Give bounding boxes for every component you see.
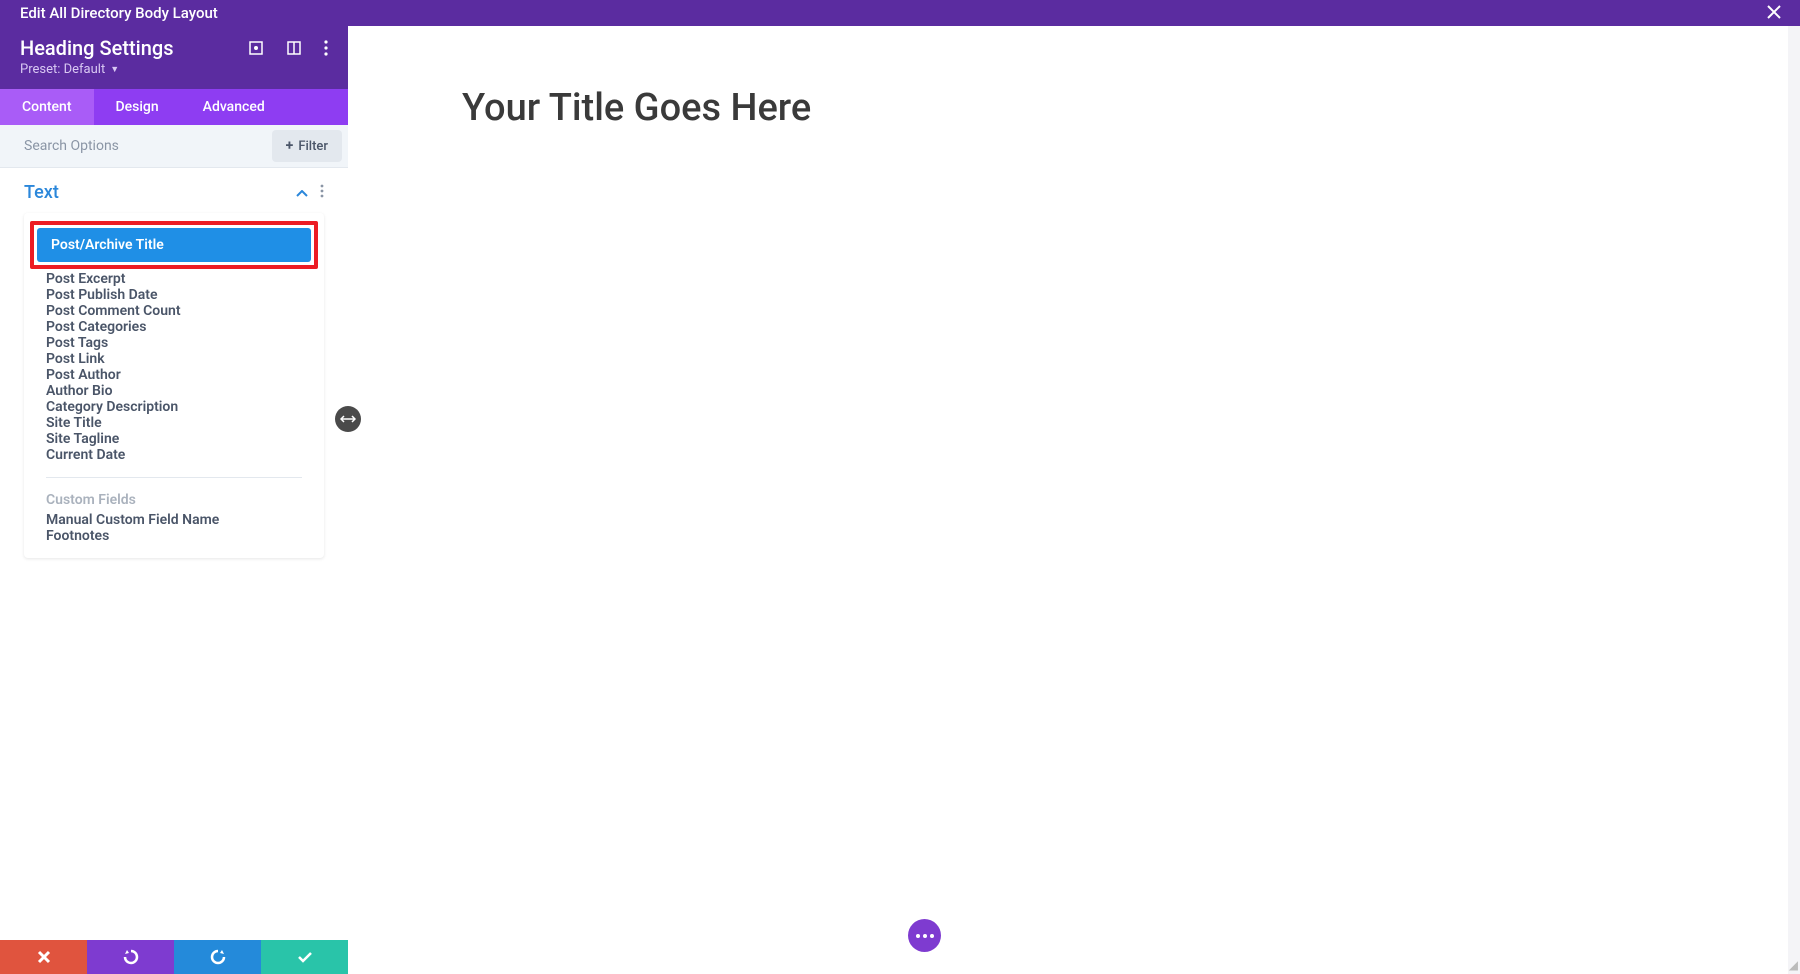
scrollbar[interactable] xyxy=(1788,26,1800,974)
module-title: Heading Settings xyxy=(20,36,174,60)
section-header[interactable]: Text xyxy=(0,168,348,213)
expand-icon[interactable] xyxy=(248,40,264,56)
option-item[interactable]: Manual Custom Field Name xyxy=(24,512,324,528)
undo-button[interactable] xyxy=(87,940,174,974)
redo-icon xyxy=(209,948,227,966)
option-item[interactable]: Post Comment Count xyxy=(24,303,324,319)
topbar: Edit All Directory Body Layout xyxy=(0,0,1800,26)
tab-content[interactable]: Content xyxy=(0,89,94,125)
tabs: ContentDesignAdvanced xyxy=(0,89,348,125)
save-button[interactable] xyxy=(261,940,348,974)
close-button[interactable] xyxy=(1758,1,1790,25)
preset-label: Preset: Default xyxy=(20,62,105,77)
filter-label: Filter xyxy=(298,139,328,154)
sidebar: Heading Settings Preset: Default ▼ Conte… xyxy=(0,0,348,974)
page-options-fab[interactable] xyxy=(908,919,941,952)
undo-icon xyxy=(122,948,140,966)
option-item[interactable]: Post Publish Date xyxy=(24,287,324,303)
search-row: + Filter xyxy=(0,125,348,168)
preset-dropdown[interactable]: Preset: Default ▼ xyxy=(0,62,348,89)
dot-icon xyxy=(923,934,927,938)
custom-fields-header: Custom Fields xyxy=(24,492,324,512)
option-item[interactable]: Post Author xyxy=(24,367,324,383)
caret-down-icon: ▼ xyxy=(110,64,119,75)
section-more-icon[interactable] xyxy=(320,183,324,202)
option-item[interactable]: Post Link xyxy=(24,351,324,367)
window-resize-grip[interactable]: ◢ xyxy=(1789,958,1798,972)
option-item[interactable]: Site Tagline xyxy=(24,431,324,447)
canvas: Your Title Goes Here xyxy=(348,26,1800,974)
dot-icon xyxy=(930,934,934,938)
preview-heading[interactable]: Your Title Goes Here xyxy=(348,26,1800,130)
option-item[interactable]: Author Bio xyxy=(24,383,324,399)
close-icon xyxy=(1766,4,1782,20)
dot-icon xyxy=(916,934,920,938)
search-input[interactable] xyxy=(0,126,272,166)
option-item[interactable]: Post Excerpt xyxy=(24,271,324,287)
options-panel: Text Post/Archive TitlePost ExcerptPost … xyxy=(0,168,348,940)
panel-resize-handle[interactable] xyxy=(335,406,361,432)
option-item[interactable]: Post/Archive Title xyxy=(37,228,311,262)
topbar-title: Edit All Directory Body Layout xyxy=(20,4,218,22)
highlighted-option: Post/Archive Title xyxy=(30,221,318,269)
option-item[interactable]: Post Categories xyxy=(24,319,324,335)
option-item[interactable]: Category Description xyxy=(24,399,324,415)
option-item[interactable]: Footnotes xyxy=(24,528,324,544)
bottom-bar xyxy=(0,940,348,974)
check-icon xyxy=(297,951,313,963)
x-icon xyxy=(37,950,51,964)
more-icon[interactable] xyxy=(324,40,328,56)
option-list: Post/Archive Title Post ExcerptPost Publi… xyxy=(24,213,324,558)
option-item[interactable]: Site Title xyxy=(24,415,324,431)
option-item[interactable]: Post Tags xyxy=(24,335,324,351)
tab-advanced[interactable]: Advanced xyxy=(181,89,287,125)
filter-button[interactable]: + Filter xyxy=(272,130,342,162)
divider xyxy=(46,477,302,478)
columns-icon[interactable] xyxy=(286,40,302,56)
redo-button[interactable] xyxy=(174,940,261,974)
tab-design[interactable]: Design xyxy=(94,89,181,125)
resize-horizontal-icon xyxy=(340,414,356,424)
cancel-button[interactable] xyxy=(0,940,87,974)
option-item[interactable]: Current Date xyxy=(24,447,324,463)
plus-icon: + xyxy=(286,138,294,154)
chevron-up-icon[interactable] xyxy=(296,183,308,202)
section-title: Text xyxy=(24,182,59,203)
